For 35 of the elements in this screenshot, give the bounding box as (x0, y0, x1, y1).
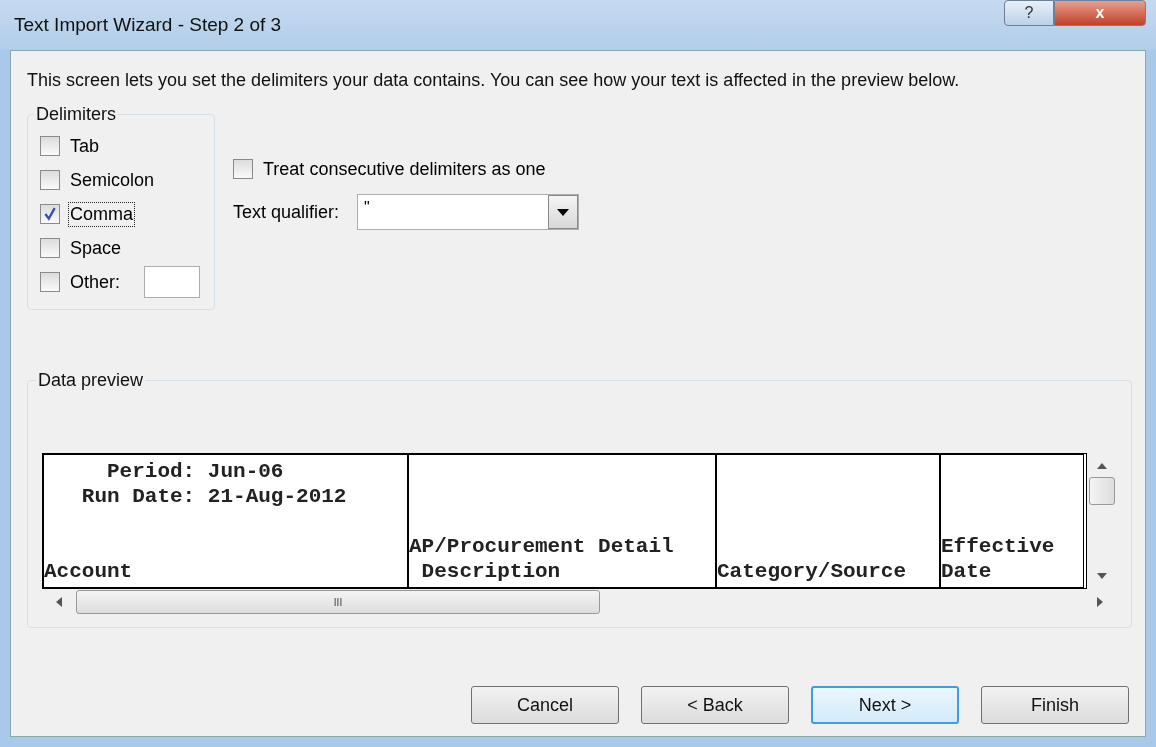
help-button[interactable]: ? (1004, 0, 1054, 26)
checkbox[interactable] (40, 170, 60, 190)
text-qualifier-label: Text qualifier: (233, 201, 340, 223)
checkbox[interactable] (233, 159, 254, 179)
dialog-button[interactable]: Next > (811, 686, 959, 724)
text-qualifier-dropdown[interactable]: " (357, 194, 580, 230)
intro-text: This screen lets you set the delimiters your data contains. You can see how your text is affected in the preview below. (27, 69, 961, 92)
checkbox[interactable] (40, 272, 60, 292)
window-title: Text Import Wizard - Step 2 of 3 (14, 14, 282, 36)
scroll-thumb[interactable]: III (76, 590, 600, 614)
checkbox[interactable] (40, 136, 60, 156)
checkbox-label[interactable]: Treat consecutive delimiters as one (261, 156, 548, 182)
dialog-button[interactable]: Finish (981, 686, 1129, 724)
other-input-field[interactable] (144, 266, 201, 298)
close-button[interactable]: x (1054, 0, 1146, 26)
right-arrow-icon[interactable] (1097, 597, 1103, 607)
checkbox-label[interactable]: Tab (68, 133, 102, 159)
table-cell: Category/Source (717, 455, 941, 587)
dialog-button[interactable]: Cancel (471, 686, 619, 724)
checkbox-label[interactable]: Other: (68, 269, 123, 295)
checkbox-label[interactable]: Space (68, 235, 124, 261)
checkbox[interactable] (40, 204, 60, 224)
checkbox-label[interactable]: Comma (68, 201, 135, 227)
checkbox-label[interactable]: Semicolon (68, 167, 157, 193)
down-arrow-icon[interactable] (1097, 573, 1107, 579)
scroll-thumb[interactable] (1089, 477, 1115, 505)
up-arrow-icon[interactable] (1097, 463, 1107, 469)
table-cell: AP/Procurement Detail Description (409, 455, 717, 587)
dialog-button[interactable]: < Back (641, 686, 789, 724)
table-cell: Period: Jun-06 Run Date: 21-Aug-2012 Account (44, 455, 409, 587)
group-legend: Data preview (36, 370, 146, 391)
checkbox[interactable] (40, 238, 60, 258)
table-cell-text: Effective Date (941, 534, 1056, 585)
group-legend: Delimiters (34, 104, 118, 125)
left-arrow-icon[interactable] (56, 597, 62, 607)
